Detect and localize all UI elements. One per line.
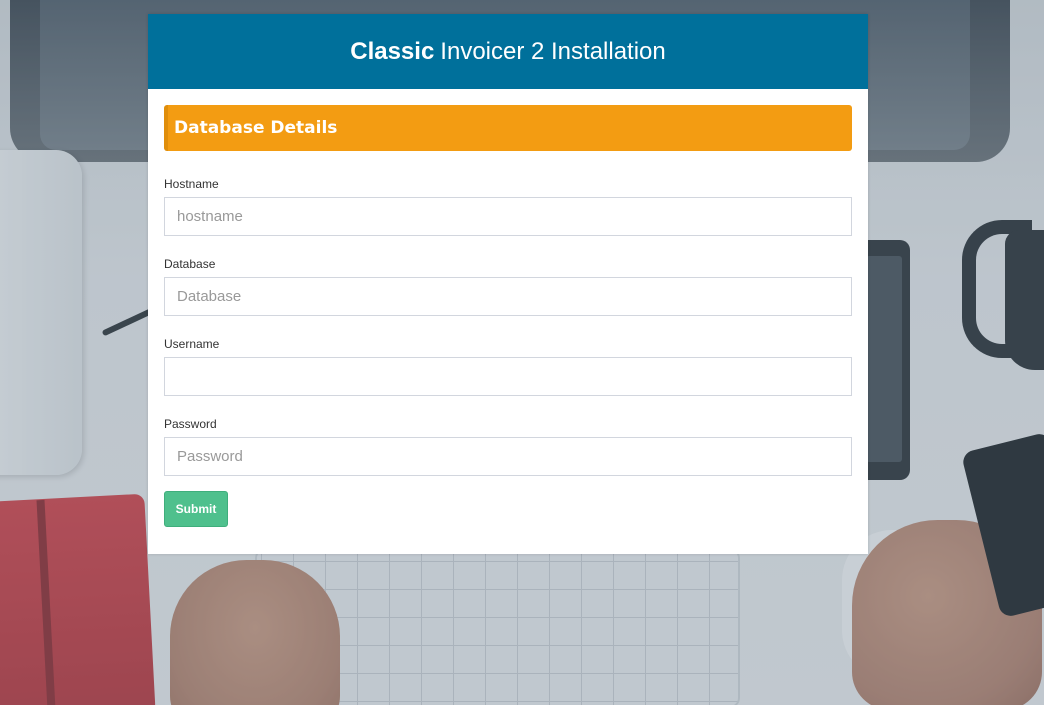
password-label: Password [164,417,217,431]
database-label: Database [164,257,216,271]
installer-body: Database Details Hostname Database Usern… [148,89,868,527]
hostname-label: Hostname [164,177,219,191]
password-input[interactable] [164,437,852,476]
submit-button[interactable]: Submit [164,491,228,527]
hostname-group: Hostname [164,177,852,236]
section-title: Database Details [174,118,338,138]
section-title-bar: Database Details [164,105,852,151]
username-group: Username [164,337,852,396]
header-brand: Classic [350,37,435,65]
database-input[interactable] [164,277,852,316]
hostname-input[interactable] [164,197,852,236]
header-title: Invoicer 2 Installation [440,37,666,65]
database-form: Hostname Database Username Password Subm… [164,177,852,527]
installer-header: Classic Invoicer 2 Installation [148,14,868,89]
username-input[interactable] [164,357,852,396]
password-group: Password [164,417,852,476]
database-group: Database [164,257,852,316]
installer-panel: Classic Invoicer 2 Installation Database… [148,14,868,554]
username-label: Username [164,337,220,351]
